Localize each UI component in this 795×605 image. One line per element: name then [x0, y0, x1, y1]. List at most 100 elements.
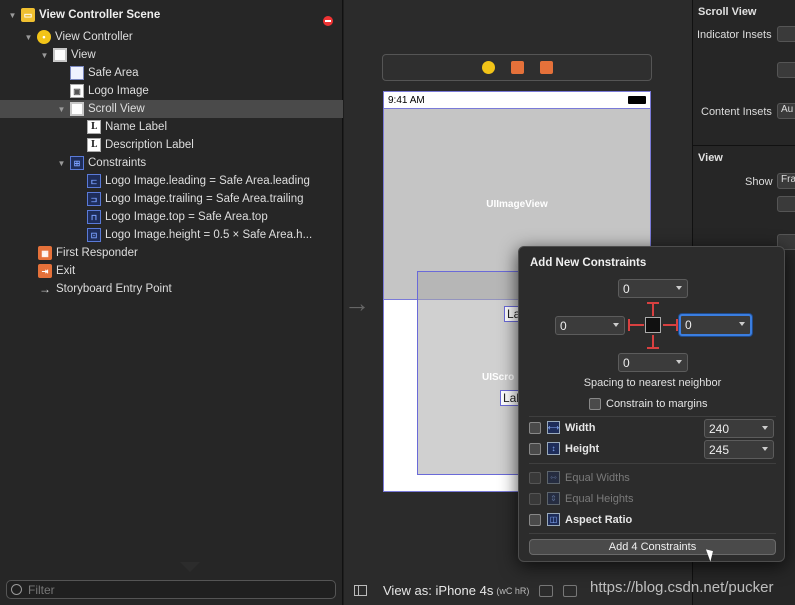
outline-row-constraint[interactable]: ⊐ Logo Image.trailing = Safe Area.traili…: [0, 190, 343, 208]
height-label: Height: [565, 443, 600, 455]
outline-label: Description Label: [105, 139, 194, 151]
top-spacing-field[interactable]: 0: [618, 279, 688, 298]
section-title-view: View: [698, 152, 723, 164]
add-constraints-button[interactable]: Add 4 Constraints: [529, 539, 776, 555]
outline-row-logo-image[interactable]: ▣ Logo Image: [0, 82, 343, 100]
outline-label: View Controller Scene: [39, 9, 161, 21]
indicator-insets-label: Indicator Insets: [697, 29, 772, 41]
outline-row-constraint[interactable]: ⊓ Logo Image.top = Safe Area.top: [0, 208, 343, 226]
left-strut-cap: [628, 319, 630, 331]
outline-label: Exit: [56, 265, 76, 277]
right-strut-cap: [676, 319, 678, 331]
zoom-tool-icon[interactable]: [539, 584, 554, 597]
outline-label: Logo Image.height = 0.5 × Safe Area.h...: [105, 229, 313, 241]
height-value: 245: [709, 442, 730, 457]
outline-row-scroll-view[interactable]: ▼ Scroll View: [0, 100, 343, 118]
outline-label: First Responder: [56, 247, 138, 259]
outline-row-entry-point[interactable]: → Storyboard Entry Point: [0, 280, 343, 298]
chevron-down-icon[interactable]: [762, 447, 768, 451]
frame-x-field[interactable]: [777, 196, 795, 212]
width-value-field[interactable]: 240: [704, 419, 774, 438]
watermark-text: https://blog.csdn.net/pucker: [590, 579, 774, 596]
outline-row-view-controller[interactable]: ▼ • View Controller: [0, 28, 343, 46]
equal-widths-checkbox[interactable]: [529, 472, 541, 484]
equal-heights-checkbox[interactable]: [529, 493, 541, 505]
view-as-button[interactable]: View as: iPhone 4s: [383, 583, 493, 598]
label-icon: L: [87, 138, 101, 152]
outline-row-view[interactable]: ▼ View: [0, 46, 343, 64]
outline-label: Logo Image.leading = Safe Area.leading: [105, 175, 310, 187]
outline-row-constraint[interactable]: ⊏ Logo Image.leading = Safe Area.leading: [0, 172, 343, 190]
align-tool-icon[interactable]: [563, 584, 578, 597]
chevron-down-icon[interactable]: [613, 323, 619, 327]
first-responder-icon[interactable]: [510, 61, 524, 74]
top-constraint-icon: ⊓: [87, 210, 101, 224]
spacing-caption: Spacing to nearest neighbor: [583, 377, 722, 389]
equal-widths-label: Equal Widths: [565, 472, 630, 484]
bottom-spacing-field[interactable]: 0: [618, 353, 688, 372]
popover-arrow: [180, 562, 200, 572]
constrain-margins-checkbox[interactable]: [589, 398, 601, 410]
exit-icon[interactable]: [539, 61, 553, 74]
section-title-scroll-view: Scroll View: [698, 6, 757, 18]
width-checkbox[interactable]: [529, 422, 541, 434]
disclosure-open-icon[interactable]: ▼: [8, 11, 17, 20]
scene-icon: ▭: [21, 8, 35, 22]
outline-row-name-label[interactable]: L Name Label: [0, 118, 343, 136]
equal-heights-label: Equal Heights: [565, 493, 634, 505]
constrain-margins-label: Constrain to margins: [606, 398, 708, 410]
image-view-icon: ▣: [70, 84, 84, 98]
disclosure-open-icon[interactable]: ▼: [57, 159, 66, 168]
chevron-down-icon[interactable]: [762, 426, 768, 430]
height-value-field[interactable]: 245: [704, 440, 774, 459]
disclosure-open-icon[interactable]: ▼: [40, 51, 49, 60]
show-select[interactable]: Fra: [777, 173, 795, 189]
content-insets-select[interactable]: Au: [777, 103, 795, 119]
right-strut-icon[interactable]: [663, 324, 677, 326]
height-checkbox[interactable]: [529, 443, 541, 455]
divider: [529, 463, 776, 464]
aspect-ratio-checkbox[interactable]: [529, 514, 541, 526]
outline-row-constraint[interactable]: ⊡ Logo Image.height = 0.5 × Safe Area.h.…: [0, 226, 343, 244]
outline-label: Name Label: [105, 121, 168, 133]
outline-label: Safe Area: [88, 67, 139, 79]
outline-row-scene[interactable]: ▼ ▭ View Controller Scene: [0, 6, 343, 26]
scroll-view-icon: [70, 102, 84, 116]
outline-label: View: [71, 49, 96, 61]
left-spacing-field[interactable]: 0: [555, 316, 625, 335]
outline-label: View Controller: [55, 31, 133, 43]
chevron-down-icon[interactable]: [676, 286, 682, 290]
scene-error-icon[interactable]: [323, 16, 333, 26]
left-strut-icon[interactable]: [629, 324, 644, 326]
outline-row-constraints[interactable]: ▼ ⊞ Constraints: [0, 154, 343, 172]
first-responder-icon: ▦: [38, 246, 52, 260]
outline-row-safe-area[interactable]: Safe Area: [0, 64, 343, 82]
indicator-insets-field-2[interactable]: [777, 62, 795, 78]
right-spacing-value: 0: [685, 318, 692, 332]
exit-icon: ⇥: [38, 264, 52, 278]
width-label: Width: [565, 422, 596, 434]
right-spacing-field[interactable]: 0: [679, 314, 752, 336]
divider: [693, 145, 795, 146]
disclosure-open-icon[interactable]: ▼: [24, 33, 33, 42]
equal-widths-icon: ⇿: [547, 471, 560, 484]
divider: [529, 533, 776, 534]
bottom-strut-cap: [647, 347, 659, 349]
top-strut-icon[interactable]: [652, 302, 654, 316]
filter-input[interactable]: [28, 582, 328, 597]
outline-label: Logo Image.trailing = Safe Area.trailing: [105, 193, 304, 205]
outline-row-exit[interactable]: ⇥ Exit: [0, 262, 343, 280]
filter-field[interactable]: [6, 580, 336, 599]
entry-point-arrow-icon[interactable]: →: [344, 290, 370, 316]
outline-toggle-icon[interactable]: [354, 585, 367, 596]
disclosure-open-icon[interactable]: ▼: [57, 105, 66, 114]
left-spacing-value: 0: [560, 318, 567, 333]
view-controller-icon[interactable]: [481, 61, 495, 74]
chevron-down-icon[interactable]: [739, 322, 745, 326]
add-constraints-popover: Add New Constraints 0 0 0 0 Spacing to n…: [518, 246, 785, 562]
trailing-constraint-icon: ⊐: [87, 192, 101, 206]
outline-row-first-responder[interactable]: ▦ First Responder: [0, 244, 343, 262]
indicator-insets-field[interactable]: [777, 26, 795, 42]
outline-row-description-label[interactable]: L Description Label: [0, 136, 343, 154]
chevron-down-icon[interactable]: [676, 360, 682, 364]
